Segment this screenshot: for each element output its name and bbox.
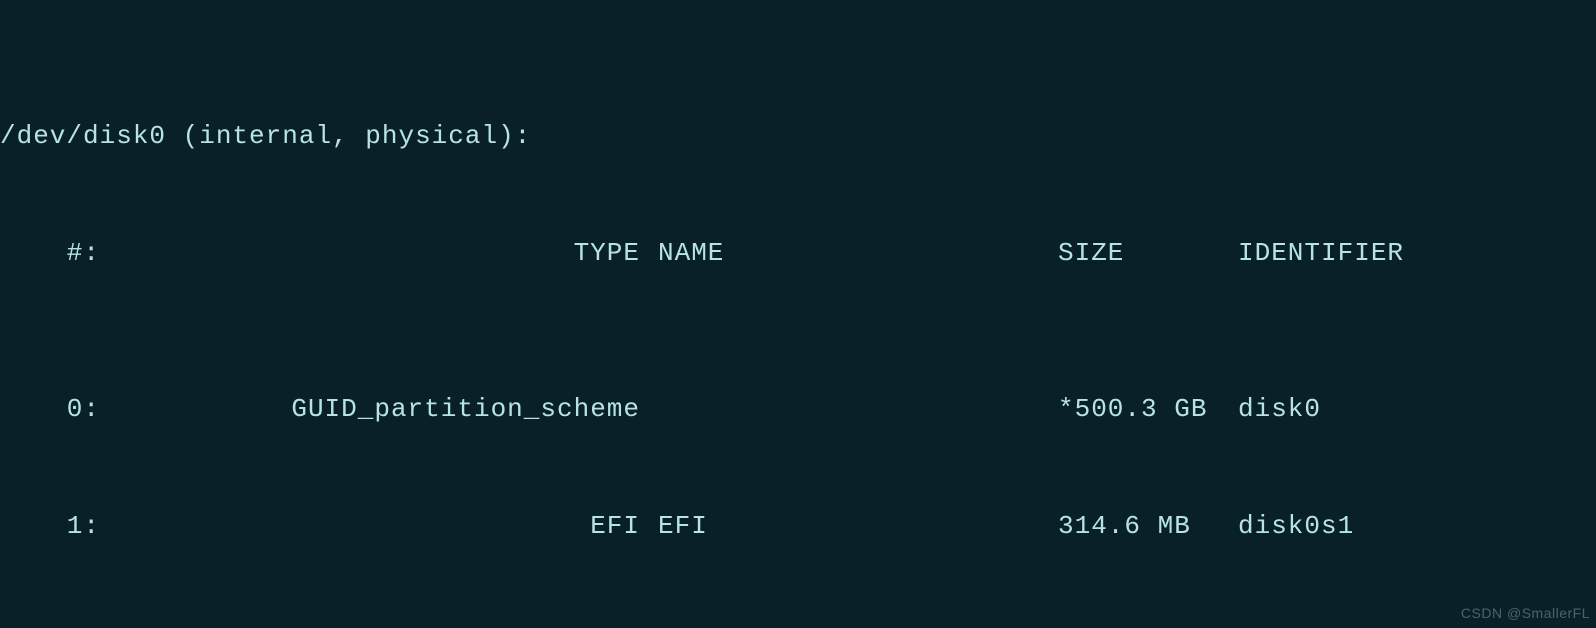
col-idx: #: xyxy=(0,234,100,273)
row-size: 500.0 GB xyxy=(1058,624,1238,628)
col-id: IDENTIFIER xyxy=(1238,234,1404,273)
table-row: 0: GUID_partition_scheme *500.3 GB disk0 xyxy=(0,390,1596,429)
table-row: 2: Apple_APFS Container disk1 500.0 GB d… xyxy=(0,624,1596,628)
row-id: disk0 xyxy=(1238,390,1321,429)
row-idx: 0: xyxy=(0,390,100,429)
row-type: GUID_partition_scheme xyxy=(100,390,640,429)
disk0-header: /dev/disk0 (internal, physical): xyxy=(0,117,1596,156)
row-type: EFI xyxy=(100,507,640,546)
row-type: Apple_APFS xyxy=(100,624,640,628)
col-size: SIZE xyxy=(1058,234,1238,273)
row-name: EFI xyxy=(658,507,1058,546)
col-type: TYPE xyxy=(100,234,640,273)
row-id: disk0s1 xyxy=(1238,507,1354,546)
row-idx: 1: xyxy=(0,507,100,546)
row-id: disk0s2 xyxy=(1238,624,1354,628)
row-idx: 2: xyxy=(0,624,100,628)
watermark: CSDN @SmallerFL xyxy=(1461,603,1590,624)
table-row: 1: EFI EFI 314.6 MB disk0s1 xyxy=(0,507,1596,546)
row-size: *500.3 GB xyxy=(1058,390,1238,429)
row-size: 314.6 MB xyxy=(1058,507,1238,546)
disk0-columns: #: TYPE NAME SIZE IDENTIFIER xyxy=(0,234,1596,273)
col-name: NAME xyxy=(658,234,1058,273)
row-name: Container disk1 xyxy=(658,624,1058,628)
terminal-output: /dev/disk0 (internal, physical): #: TYPE… xyxy=(0,0,1596,628)
row-name xyxy=(658,390,1058,429)
